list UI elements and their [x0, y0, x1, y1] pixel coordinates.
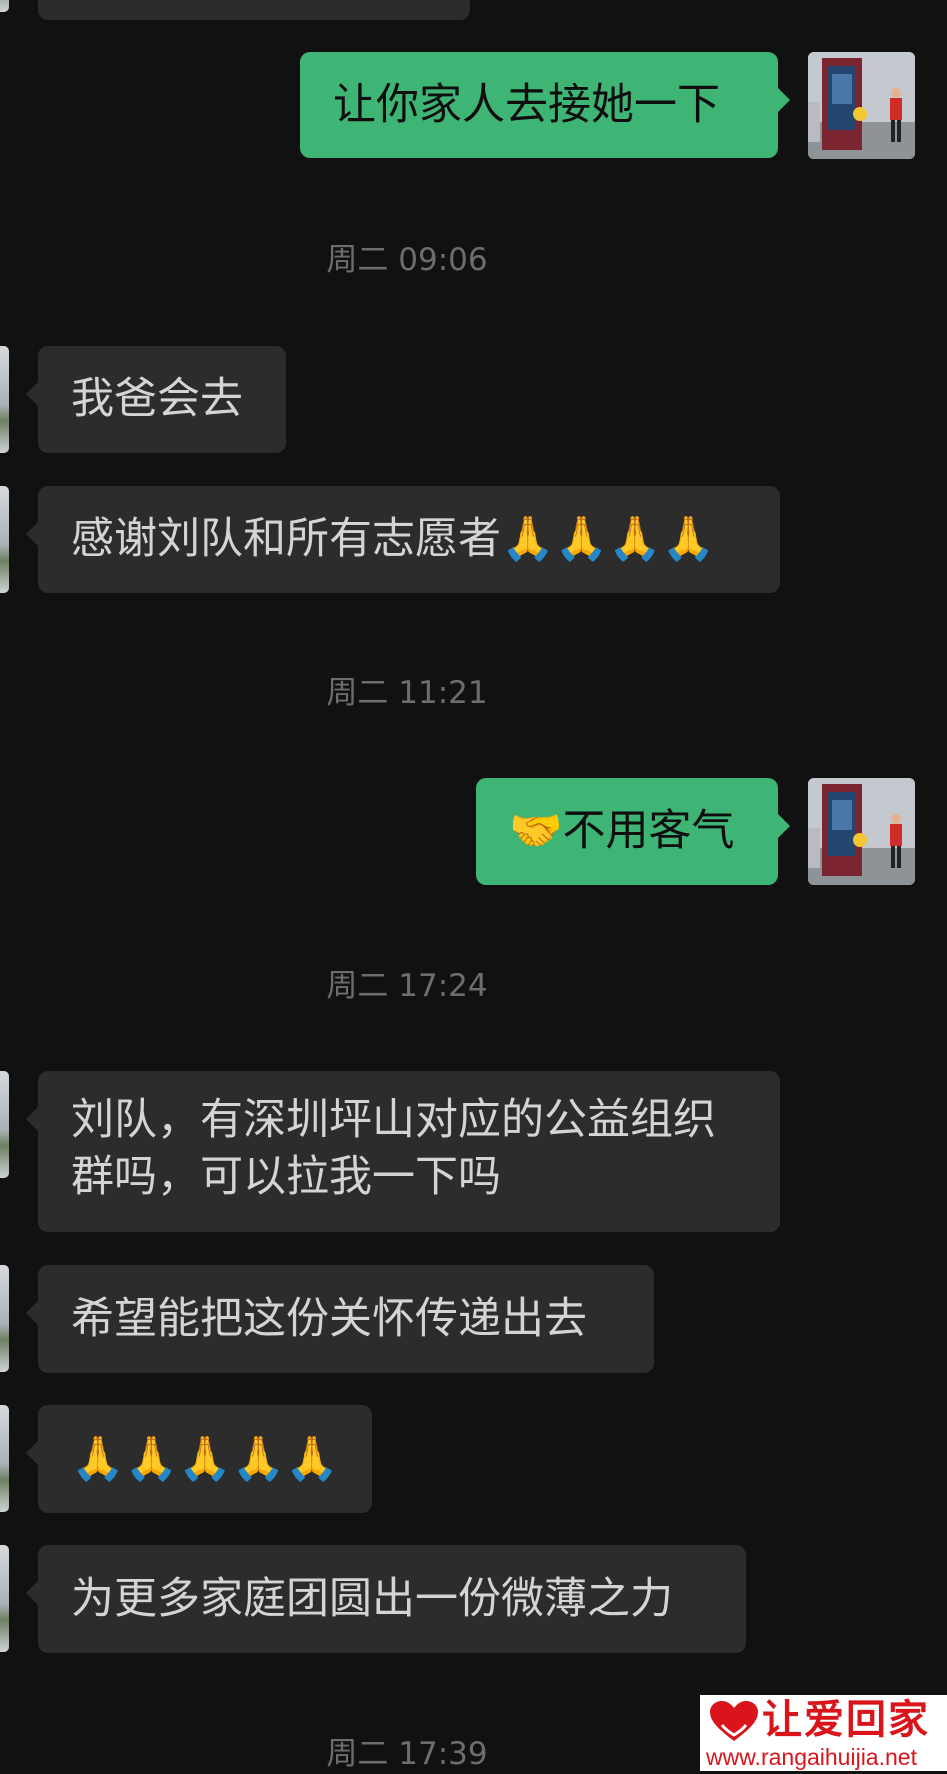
watermark: 让爱回家 www.rangaihuijia.net [700, 1695, 947, 1771]
bubble-tail [26, 1107, 38, 1131]
pray-emoji: 🙏🙏🙏🙏 [501, 514, 716, 564]
handshake-emoji: 🤝 [509, 806, 563, 856]
message-text: 不用客气 [562, 806, 735, 856]
message-text: 希望能把这份关怀传递出去 [71, 1293, 587, 1344]
message-text: 我爸会去 [71, 374, 243, 424]
avatar-icon [808, 778, 915, 885]
message-bubble-incoming[interactable]: 我爸会去 [26, 346, 286, 453]
contact-avatar[interactable] [0, 0, 9, 12]
message-bubble-incoming[interactable]: 为更多家庭团圆出一份微薄之力 [26, 1545, 746, 1653]
timestamp: 周二 17:39 [326, 1736, 488, 1772]
contact-avatar[interactable] [0, 1071, 9, 1178]
message-bubble-incoming[interactable]: 感谢刘队和所有志愿者 🙏🙏🙏🙏 [26, 486, 780, 593]
my-avatar[interactable] [808, 778, 915, 885]
pray-emoji: 🙏🙏🙏🙏🙏 [71, 1433, 339, 1484]
message-text-line: 刘队，有深圳坪山对应的公益组织 [71, 1095, 716, 1145]
bubble-tail [26, 382, 38, 406]
message-bubble-incoming[interactable]: 🙏🙏🙏🙏🙏 [26, 1405, 372, 1513]
message-text: 感谢刘队和所有志愿者 [71, 514, 501, 564]
message-text: 让你家人去接她一下 [333, 79, 720, 130]
previous-message-bubble[interactable] [38, 0, 470, 20]
contact-avatar[interactable] [0, 1545, 9, 1652]
heart-hands-logo-icon [710, 1701, 758, 1741]
avatar-icon [808, 52, 915, 159]
message-bubble-outgoing[interactable]: 让你家人去接她一下 [300, 52, 790, 158]
contact-avatar[interactable] [0, 1265, 9, 1372]
timestamp: 周二 09:06 [326, 242, 488, 278]
contact-avatar[interactable] [0, 486, 9, 593]
bubble-tail [778, 88, 790, 112]
message-bubble-incoming[interactable]: 刘队，有深圳坪山对应的公益组织 群吗，可以拉我一下吗 [26, 1071, 780, 1232]
timestamp: 周二 17:24 [326, 968, 488, 1004]
watermark-title: 让爱回家 [762, 1696, 930, 1743]
message-text-line: 群吗，可以拉我一下吗 [71, 1152, 501, 1202]
message-bubble-incoming[interactable]: 希望能把这份关怀传递出去 [26, 1265, 654, 1373]
contact-avatar[interactable] [0, 346, 9, 453]
message-bubble-outgoing[interactable]: 🤝 不用客气 [476, 778, 790, 885]
timestamp: 周二 11:21 [326, 675, 488, 711]
bubble-tail [26, 1581, 38, 1605]
my-avatar[interactable] [808, 52, 915, 159]
bubble-tail [26, 522, 38, 546]
contact-avatar[interactable] [0, 1405, 9, 1512]
bubble-tail [778, 814, 790, 838]
bubble-tail [26, 1301, 38, 1325]
watermark-url: www.rangaihuijia.net [706, 1744, 917, 1770]
message-text: 为更多家庭团圆出一份微薄之力 [71, 1573, 673, 1624]
bubble-tail [26, 1441, 38, 1465]
